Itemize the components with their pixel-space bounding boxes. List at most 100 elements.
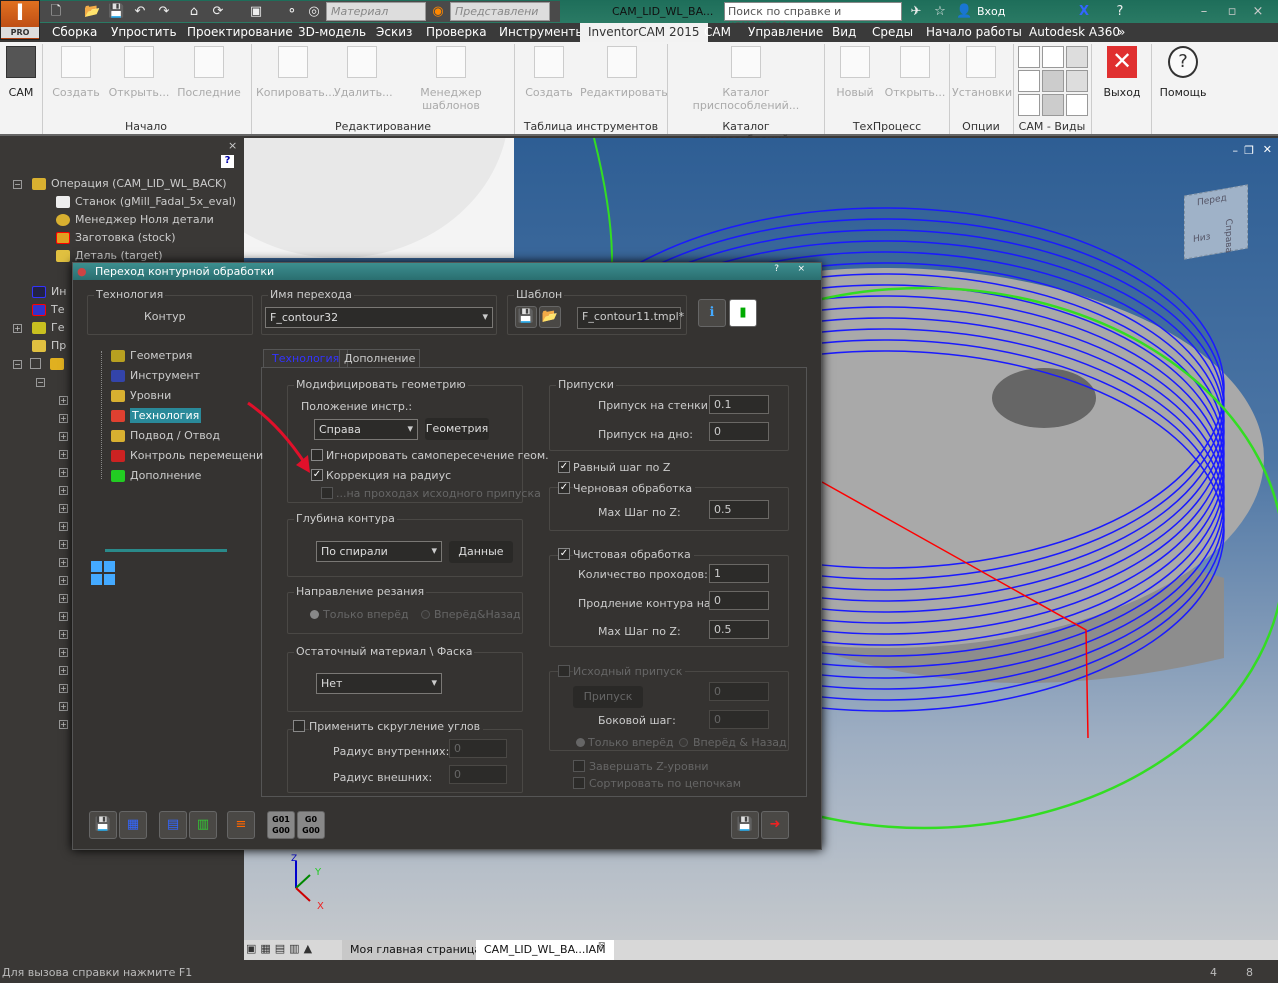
geometry-button[interactable]: Геометрия bbox=[425, 418, 489, 440]
collapse-icon[interactable]: − bbox=[36, 378, 45, 387]
floor-allowance-input[interactable]: 0 bbox=[709, 422, 769, 441]
tool-view-button[interactable]: ▮ bbox=[729, 299, 757, 327]
template-manager-button[interactable]: Менеджер шаблонов bbox=[392, 46, 510, 112]
tab-a360[interactable]: Autodesk A360 bbox=[1029, 25, 1120, 39]
user-icon[interactable]: 👤 bbox=[956, 4, 972, 19]
finish-passes-input[interactable]: 1 bbox=[709, 564, 769, 583]
save-calc-button[interactable]: ▦ bbox=[119, 811, 147, 839]
material-combo[interactable]: Материал bbox=[326, 2, 426, 21]
select-icon[interactable]: ▣ bbox=[248, 4, 264, 19]
cam-button[interactable]: CAM bbox=[4, 46, 38, 99]
view-cube-icon[interactable] bbox=[1018, 70, 1040, 92]
finish-checkbox[interactable]: ✓ bbox=[558, 548, 570, 560]
rough-checkbox[interactable]: ✓ bbox=[558, 482, 570, 494]
measure-icon[interactable]: ⚬ bbox=[284, 4, 300, 19]
tab-environments[interactable]: Среды bbox=[872, 25, 913, 39]
outer-radius-input[interactable]: 0 bbox=[449, 765, 507, 784]
view-cube[interactable]: Перед Справа Низ bbox=[1184, 184, 1248, 260]
rest-material-select[interactable]: Нет bbox=[316, 673, 442, 694]
initial-forward-back-radio[interactable] bbox=[679, 738, 688, 747]
dialog-help-icon[interactable]: ? bbox=[774, 264, 779, 274]
process-open-button[interactable]: Открыть... bbox=[884, 46, 946, 99]
initial-allowance-input[interactable]: 0 bbox=[709, 682, 769, 701]
tool-layers-button[interactable]: ≡ bbox=[227, 811, 255, 839]
expand-icon[interactable]: + bbox=[59, 468, 68, 477]
view-cube-icon[interactable] bbox=[1042, 46, 1064, 68]
data-button[interactable]: Данные bbox=[449, 541, 513, 563]
tab-get-started[interactable]: Начало работы bbox=[926, 25, 1022, 39]
help-button[interactable]: ? Помощь bbox=[1156, 46, 1210, 99]
expand-icon[interactable]: + bbox=[59, 486, 68, 495]
allowance-button[interactable]: Припуск bbox=[573, 686, 643, 708]
inner-radius-input[interactable]: 0 bbox=[449, 739, 507, 758]
expand-icon[interactable]: + bbox=[59, 558, 68, 567]
expand-icon[interactable]: + bbox=[59, 720, 68, 729]
expand-icon[interactable]: + bbox=[59, 702, 68, 711]
help-search-input[interactable]: Поиск по справке и командам.. bbox=[724, 2, 902, 31]
initial-allowance-checkbox[interactable] bbox=[558, 665, 570, 677]
view-cube-icon[interactable] bbox=[1042, 70, 1064, 92]
tree-root[interactable]: Операция (CAM_LID_WL_BACK) bbox=[32, 177, 227, 190]
gcode-button[interactable]: G01 G00 bbox=[267, 811, 295, 839]
expand-icon[interactable]: + bbox=[59, 612, 68, 621]
expand-icon[interactable]: + bbox=[59, 594, 68, 603]
gcode-edit-button[interactable]: G0 G00 bbox=[297, 811, 325, 839]
side-step-input[interactable]: 0 bbox=[709, 710, 769, 729]
tree-item-target[interactable]: Деталь (target) bbox=[56, 249, 163, 262]
expand-icon[interactable]: + bbox=[59, 504, 68, 513]
tree-item-fixture[interactable]: Пр bbox=[32, 339, 66, 352]
rough-step-input[interactable]: 0.5 bbox=[709, 500, 769, 519]
tool-create-button[interactable]: Создать bbox=[522, 46, 576, 99]
fixture-catalog-button[interactable]: Каталог приспособлений... bbox=[672, 46, 820, 112]
tree-item-geometry[interactable]: Ге bbox=[32, 321, 64, 334]
tool-edit-button[interactable]: Редактировать bbox=[580, 46, 668, 99]
operation-name-combo[interactable]: F_contour32 bbox=[265, 307, 493, 328]
expand-icon[interactable]: + bbox=[59, 630, 68, 639]
viewport-close-icon[interactable]: ✕ bbox=[1263, 143, 1272, 156]
tree-checkbox[interactable] bbox=[30, 358, 41, 369]
expand-icon[interactable]: + bbox=[59, 414, 68, 423]
view-solid-icon[interactable] bbox=[1066, 46, 1088, 68]
depth-type-select[interactable]: По спирали bbox=[316, 541, 442, 562]
panel-tools-label[interactable]: Таблица инструментов bbox=[515, 120, 667, 133]
expand-icon[interactable]: + bbox=[59, 432, 68, 441]
star-icon[interactable]: ☆ bbox=[932, 4, 948, 19]
view-fixture-icon[interactable] bbox=[1066, 94, 1088, 116]
tab-cam[interactable]: CAM bbox=[704, 25, 731, 39]
view-coil-icon[interactable] bbox=[1066, 70, 1088, 92]
update-icon[interactable]: ⟳ bbox=[210, 4, 226, 19]
viewport-restore-icon[interactable]: ❐ bbox=[1244, 144, 1254, 157]
redo-icon[interactable]: ↷ bbox=[156, 4, 172, 19]
browser-help-icon[interactable]: ? bbox=[221, 155, 234, 168]
expand-icon[interactable]: + bbox=[59, 522, 68, 531]
subtab-addition[interactable]: Дополнение bbox=[339, 349, 421, 367]
close-icon[interactable]: × bbox=[1250, 4, 1266, 19]
tab-3d-model[interactable]: 3D-модель bbox=[298, 25, 366, 39]
home-icon[interactable]: ⌂ bbox=[186, 4, 202, 19]
save-button[interactable]: 💾 bbox=[89, 811, 117, 839]
maximize-icon[interactable]: ▫ bbox=[1224, 4, 1240, 19]
process-new-button[interactable]: Новый bbox=[832, 46, 878, 99]
tab-inspect[interactable]: Проверка bbox=[426, 25, 487, 39]
exit-button[interactable]: ✕ Выход bbox=[1096, 46, 1148, 99]
nav-item[interactable]: Инструмент bbox=[111, 369, 200, 382]
tab-assembly[interactable]: Сборка bbox=[52, 25, 97, 39]
corner-fillet-checkbox[interactable] bbox=[293, 720, 305, 732]
browser-close-icon[interactable]: × bbox=[228, 139, 237, 152]
help-icon[interactable]: ? bbox=[1112, 4, 1128, 19]
template-field[interactable]: F_contour11.tmpl* bbox=[577, 307, 684, 329]
view-cube-bottom[interactable]: Низ bbox=[1193, 232, 1210, 245]
view-cube-icon[interactable] bbox=[1018, 94, 1040, 116]
undo-icon[interactable]: ↶ bbox=[132, 4, 148, 19]
equal-step-checkbox[interactable]: ✓ bbox=[558, 461, 570, 473]
panel-options-label[interactable]: Опции bbox=[950, 120, 1012, 133]
open-button[interactable]: Открыть... bbox=[108, 46, 170, 99]
expand-icon[interactable]: + bbox=[59, 450, 68, 459]
appearance-combo[interactable]: Представлени bbox=[450, 2, 550, 21]
load-template-icon[interactable]: 📂 bbox=[539, 306, 561, 328]
info-button[interactable]: ℹ bbox=[698, 299, 726, 327]
create-button[interactable]: Создать bbox=[50, 46, 102, 99]
nav-item[interactable]: Геометрия bbox=[111, 349, 192, 362]
initial-forward-radio[interactable] bbox=[576, 738, 585, 747]
collapse-icon[interactable]: − bbox=[13, 180, 22, 189]
